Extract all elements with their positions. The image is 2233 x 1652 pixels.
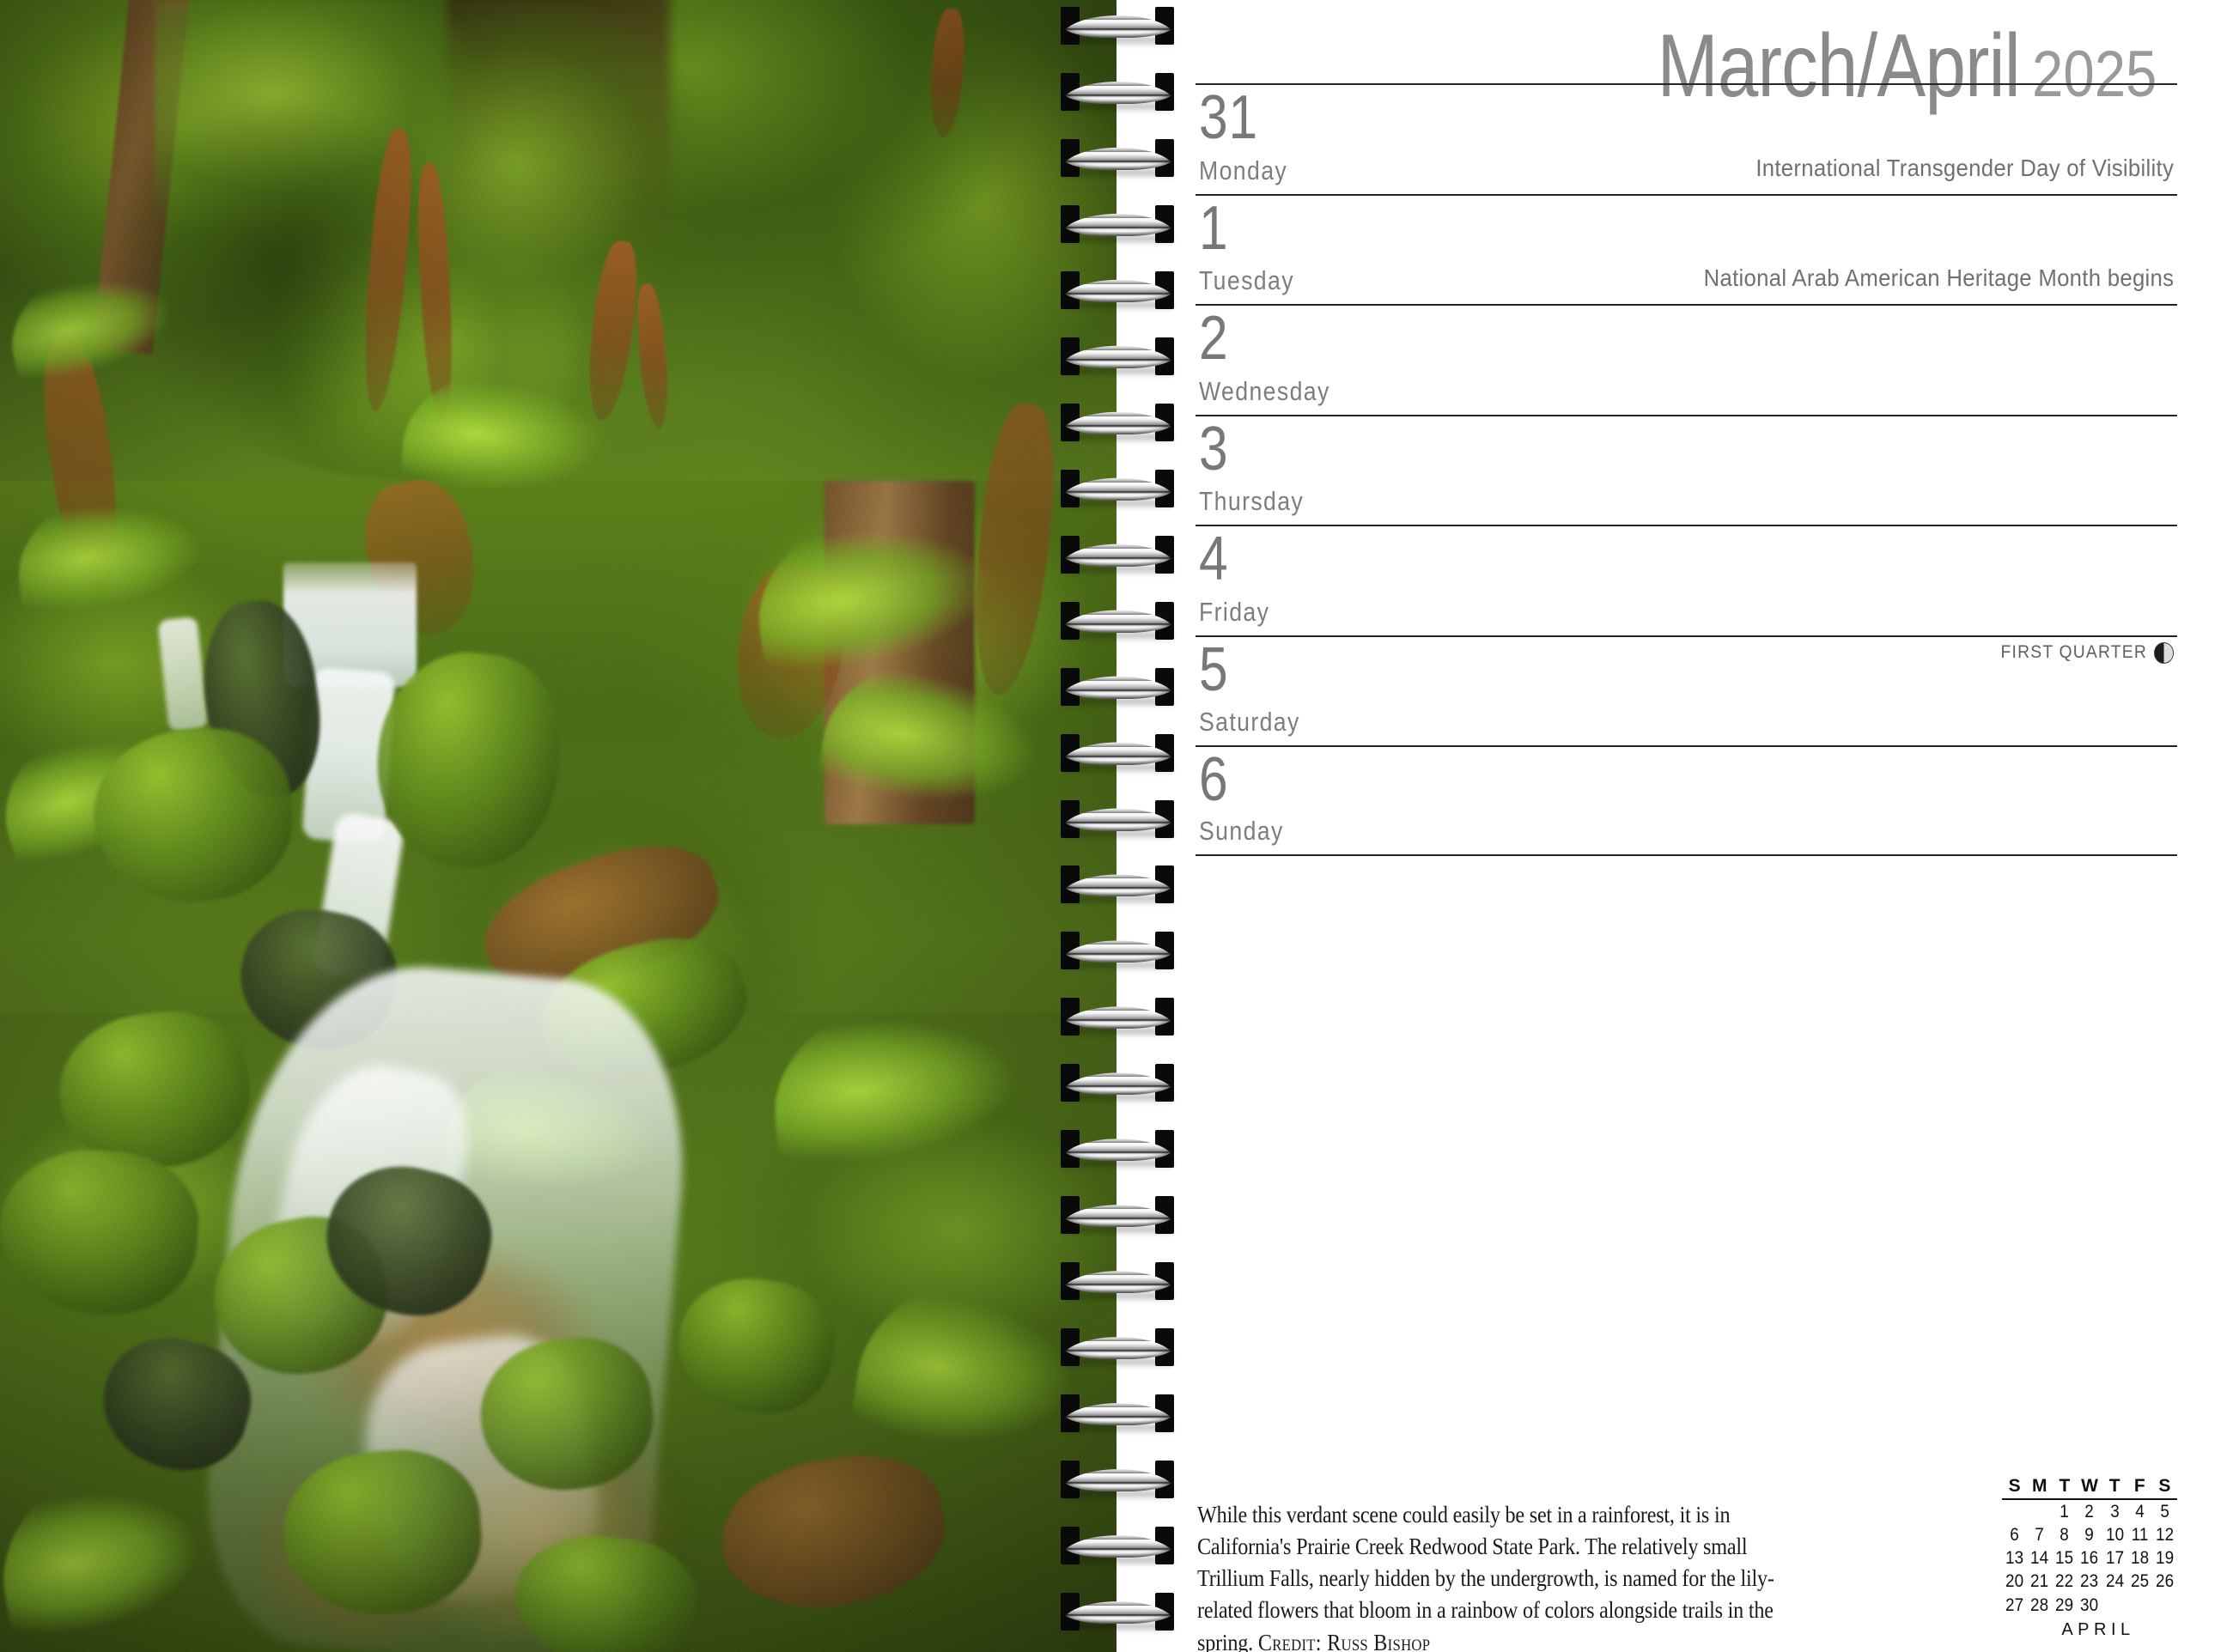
calendar-page: March/April 2025 31 Monday International Tr… bbox=[0, 0, 2233, 1652]
mini-month-day-cell[interactable] bbox=[2103, 1594, 2126, 1617]
mini-month-weekday-header: T bbox=[2102, 1476, 2127, 1500]
mini-month-day-cell[interactable]: 12 bbox=[2153, 1523, 2175, 1546]
week-day-list: 31 Monday International Transgender Day of… bbox=[1196, 83, 2177, 856]
day-number: 31 bbox=[1199, 83, 1258, 152]
mini-month-day-cell[interactable]: 19 bbox=[2153, 1547, 2175, 1570]
cover-photograph bbox=[0, 0, 1116, 1652]
day-weekday-label: Tuesday bbox=[1199, 265, 1294, 295]
day-row[interactable]: 1 Tuesday National Arab American Heritage … bbox=[1196, 193, 2177, 305]
mini-month-day-cell[interactable]: 8 bbox=[2054, 1523, 2076, 1546]
mini-month-day-cell[interactable]: 22 bbox=[2054, 1570, 2076, 1594]
mini-month-weekday-header: M bbox=[2027, 1476, 2053, 1500]
mini-month-day-cell[interactable]: 20 bbox=[2003, 1570, 2025, 1594]
mini-month-grid: SMTWTFS 1 2 3 4 5 6 7 8 9 10 11 12 13 14 15 16 17 18 19 20 2… bbox=[2002, 1476, 2177, 1617]
day-weekday-label: Wednesday bbox=[1199, 375, 1330, 406]
moon-phase-label: FIRST QUARTER bbox=[2000, 642, 2147, 662]
mini-month-day-cell[interactable]: 10 bbox=[2103, 1523, 2126, 1546]
mini-month-body: 1 2 3 4 5 6 7 8 9 10 11 12 13 14 15 16 17 18 19 20 21 22 23 24 2… bbox=[2002, 1499, 2177, 1617]
mini-month-weekday-header: F bbox=[2127, 1476, 2152, 1500]
day-row[interactable]: 3 Thursday bbox=[1196, 414, 2177, 525]
mini-month-day-cell[interactable]: 15 bbox=[2054, 1547, 2076, 1570]
day-weekday-label: Thursday bbox=[1199, 486, 1305, 516]
mini-month-day-cell[interactable] bbox=[2128, 1594, 2151, 1617]
mini-month-day-cell[interactable]: 7 bbox=[2029, 1523, 2051, 1546]
mini-month-day-cell[interactable]: 24 bbox=[2103, 1570, 2126, 1594]
mini-month-day-cell[interactable]: 14 bbox=[2029, 1547, 2051, 1570]
mini-month-week-row: 13 14 15 16 17 18 19 bbox=[2002, 1547, 2177, 1570]
day-weekday-label: Monday bbox=[1199, 155, 1288, 185]
mini-month-day-cell[interactable]: 17 bbox=[2103, 1547, 2126, 1570]
day-number: 6 bbox=[1199, 745, 1229, 814]
mini-month-day-cell[interactable]: 1 bbox=[2054, 1499, 2076, 1523]
mini-month-day-cell[interactable] bbox=[2029, 1499, 2051, 1523]
mini-month-day-cell[interactable]: 18 bbox=[2128, 1547, 2151, 1570]
mini-month-day-cell[interactable]: 26 bbox=[2153, 1570, 2175, 1594]
mini-month-day-cell[interactable]: 9 bbox=[2078, 1523, 2101, 1546]
photo-caption: While this verdant scene could easily be… bbox=[1197, 1498, 1802, 1652]
mini-month-day-cell[interactable]: 25 bbox=[2128, 1570, 2151, 1594]
mini-month-name: April bbox=[2061, 1620, 2135, 1640]
photo-credit: Credit: Russ Bishop bbox=[1257, 1628, 1431, 1652]
mini-month-day-cell[interactable]: 2 bbox=[2078, 1499, 2101, 1523]
day-event-label: National Arab American Heritage Month be… bbox=[1703, 264, 2174, 291]
day-row[interactable]: 6 Sunday bbox=[1196, 745, 2177, 856]
mini-month-weekday-header: S bbox=[2002, 1476, 2028, 1500]
mini-month-day-cell[interactable]: 5 bbox=[2153, 1499, 2175, 1523]
day-number: 4 bbox=[1199, 525, 1229, 593]
day-number: 1 bbox=[1199, 193, 1229, 263]
mini-month-day-cell[interactable]: 6 bbox=[2003, 1523, 2025, 1546]
day-weekday-label: Saturday bbox=[1199, 707, 1300, 737]
mini-month-weekday-header: T bbox=[2052, 1476, 2078, 1500]
day-row[interactable]: 2 Wednesday bbox=[1196, 304, 2177, 415]
mini-month-day-cell[interactable] bbox=[2003, 1499, 2025, 1523]
mini-month-day-cell[interactable]: 16 bbox=[2078, 1547, 2101, 1570]
day-number: 3 bbox=[1199, 414, 1229, 483]
mini-month-week-row: 12345 bbox=[2002, 1499, 2177, 1523]
mini-month-day-cell[interactable]: 11 bbox=[2128, 1523, 2151, 1546]
mini-month-weekday-header: W bbox=[2077, 1476, 2102, 1500]
mini-month-calendar: SMTWTFS 1 2 3 4 5 6 7 8 9 10 11 12 13 14 15 16 17 18 19 20 2… bbox=[2002, 1476, 2177, 1640]
mini-month-weekday-header: S bbox=[2151, 1476, 2177, 1500]
mini-month-week-row: 20 21 22 23 24 25 26 bbox=[2002, 1570, 2177, 1594]
day-number: 5 bbox=[1199, 635, 1229, 704]
day-row[interactable]: 5 Saturday FIRST QUARTER bbox=[1196, 635, 2177, 746]
mini-month-header-row: SMTWTFS bbox=[2002, 1476, 2177, 1500]
mini-month-week-row: 6 7 8 9 10 11 12 bbox=[2002, 1523, 2177, 1546]
day-event-label: International Transgender Day of Visibil… bbox=[1755, 154, 2174, 181]
mini-month-week-row: 27 28 29 30 bbox=[2002, 1594, 2177, 1617]
first-quarter-moon-icon bbox=[2154, 641, 2174, 664]
mini-month-day-cell[interactable]: 27 bbox=[2003, 1594, 2025, 1617]
day-row[interactable]: 4 Friday bbox=[1196, 525, 2177, 635]
mini-month-day-cell[interactable]: 29 bbox=[2054, 1594, 2076, 1617]
page-footer: While this verdant scene could easily be… bbox=[1196, 1476, 2177, 1652]
day-row[interactable]: 31 Monday International Transgender Day of… bbox=[1196, 83, 2177, 194]
mini-month-day-cell[interactable]: 28 bbox=[2029, 1594, 2051, 1617]
mini-month-day-cell[interactable] bbox=[2153, 1594, 2175, 1617]
mini-month-day-cell[interactable]: 21 bbox=[2029, 1570, 2051, 1594]
moon-phase-note: FIRST QUARTER bbox=[2000, 641, 2174, 664]
mini-month-day-cell[interactable]: 23 bbox=[2078, 1570, 2101, 1594]
mini-month-day-cell[interactable]: 13 bbox=[2003, 1547, 2025, 1570]
mini-month-day-cell[interactable]: 30 bbox=[2078, 1594, 2101, 1617]
day-number: 2 bbox=[1199, 304, 1229, 373]
day-weekday-label: Friday bbox=[1199, 596, 1270, 627]
mini-month-day-cell[interactable]: 4 bbox=[2128, 1499, 2151, 1523]
photo-artwork bbox=[0, 0, 1116, 1652]
mini-month-day-cell[interactable]: 3 bbox=[2103, 1499, 2126, 1523]
day-weekday-label: Sunday bbox=[1199, 815, 1284, 846]
calendar-content-panel: March/April 2025 31 Monday International Tr… bbox=[1116, 0, 2233, 1652]
